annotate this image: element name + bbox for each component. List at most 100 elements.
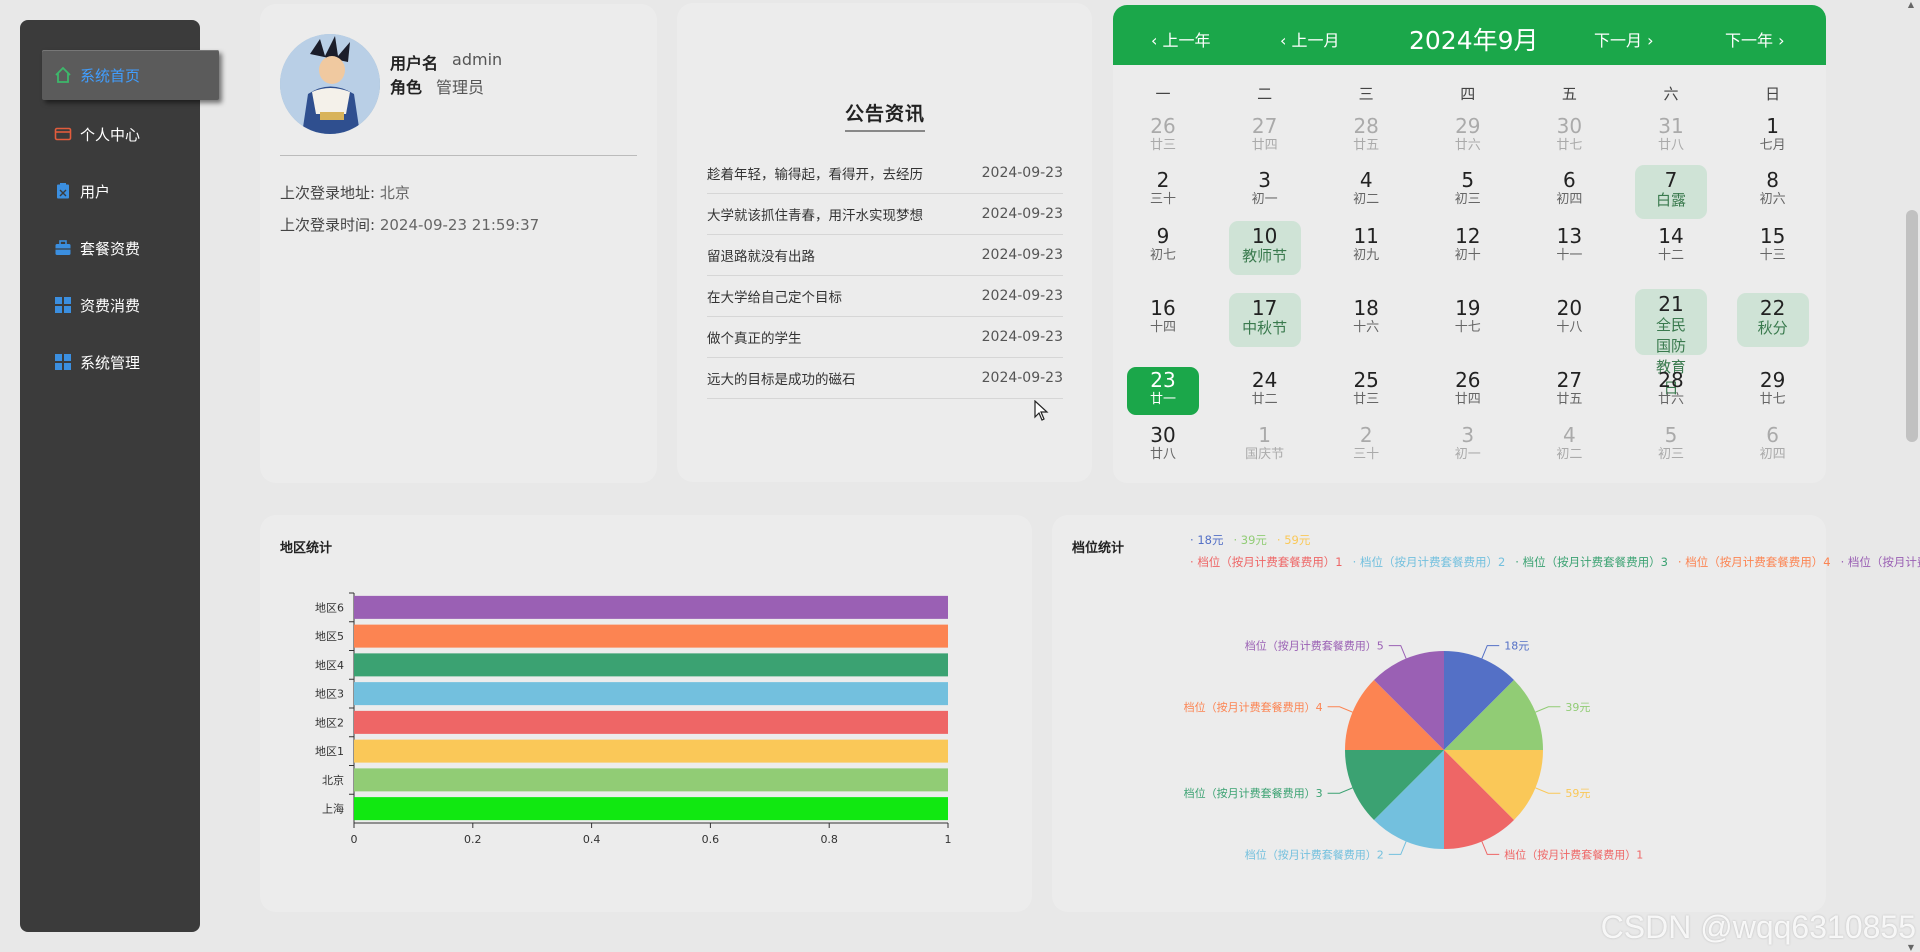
calendar-day[interactable]: 3 初一	[1432, 422, 1504, 470]
calendar-day[interactable]: 27 廿五	[1533, 367, 1605, 415]
y-tick-label: 地区2	[315, 716, 344, 729]
calendar-day[interactable]: 20 十八	[1533, 295, 1605, 343]
prev-month-button[interactable]: ‹ 上一月	[1280, 27, 1340, 51]
calendar-day-lunar: 白露	[1655, 191, 1686, 209]
calendar-day[interactable]: 15 十三	[1737, 223, 1809, 271]
news-item-text: 做个真正的学生	[707, 331, 802, 347]
calendar-day[interactable]: 3 初一	[1229, 167, 1301, 215]
calendar-day[interactable]: 5 初三	[1432, 167, 1504, 215]
calendar-day[interactable]: 29 廿七	[1737, 367, 1809, 415]
calendar: ‹ 上一年 ‹ 上一月 2024年9月 下一月 › 下一年 › 一 二 三 四 五 六 日 2…	[1113, 5, 1826, 483]
calendar-day-number: 27	[1556, 368, 1583, 392]
calendar-day[interactable]: 24 廿二	[1229, 367, 1301, 415]
calendar-day[interactable]: 1 七月	[1737, 113, 1809, 161]
calendar-day[interactable]: 26 廿四	[1432, 367, 1504, 415]
news-item[interactable]: 做个真正的学生 2024-09-23	[707, 317, 1063, 358]
pie-label: 档位（按月计费套餐费用）3	[1184, 786, 1323, 800]
page-scrollbar[interactable]	[1906, 210, 1918, 442]
watermark: CSDN @wqq6310855	[1600, 909, 1916, 945]
calendar-day[interactable]: 8 初六	[1737, 167, 1809, 215]
news-item[interactable]: 留退路就没有出路 2024-09-23	[707, 235, 1063, 276]
pie-label-line	[1481, 841, 1500, 855]
calendar-day-number: 2	[1156, 168, 1170, 192]
calendar-day[interactable]: 4 初二	[1533, 422, 1605, 470]
calendar-day-lunar: 廿五	[1353, 138, 1380, 153]
calendar-day[interactable]: 13 十一	[1533, 223, 1605, 271]
sidebar-item-5[interactable]: 系统管理	[32, 338, 208, 386]
calendar-day[interactable]: 6 初四	[1737, 422, 1809, 470]
calendar-day[interactable]: 2 三十	[1127, 167, 1199, 215]
pie-label: 39元	[1565, 701, 1590, 714]
calendar-day[interactable]: 29 廿六	[1432, 113, 1504, 161]
y-tick-label: 地区1	[315, 745, 344, 758]
calendar-day[interactable]: 26 廿三	[1127, 113, 1199, 161]
calendar-day[interactable]: 16 十四	[1127, 295, 1199, 343]
calendar-day[interactable]: 5 初三	[1635, 422, 1707, 470]
sidebar-item-1[interactable]: 个人中心	[32, 110, 208, 158]
next-year-button[interactable]: 下一年 ›	[1725, 27, 1785, 51]
role-label: 角色	[390, 78, 423, 97]
prev-year-button[interactable]: ‹ 上一年	[1151, 27, 1211, 51]
calendar-day[interactable]: 17 中秋节	[1228, 293, 1301, 347]
calendar-day-lunar: 秋分	[1757, 319, 1788, 337]
y-tick-label: 地区3	[315, 688, 344, 701]
calendar-day[interactable]: 4 初二	[1330, 167, 1402, 215]
calendar-day-number: 19	[1455, 296, 1481, 320]
last-login-time: 上次登录时间: 2024-09-23 21:59:37	[280, 214, 539, 235]
username-label: 用户名	[390, 54, 439, 73]
calendar-day[interactable]: 1 国庆节	[1229, 422, 1301, 470]
calendar-day-number: 24	[1251, 368, 1278, 392]
calendar-day[interactable]: 6 初四	[1533, 167, 1605, 215]
sidebar-item-3[interactable]: 套餐资费	[32, 224, 208, 272]
calendar-day[interactable]: 9 初七	[1127, 223, 1199, 271]
calendar-day[interactable]: 19 十七	[1432, 295, 1504, 343]
pie-label-line	[1535, 787, 1561, 794]
news-item-date: 2024-09-23	[981, 329, 1063, 345]
calendar-day[interactable]: 27 廿四	[1229, 113, 1301, 161]
calendar-day-lunar: 廿六	[1454, 138, 1481, 153]
pie-label: 档位（按月计费套餐费用）1	[1504, 847, 1643, 861]
username-row: 用户名 admin	[390, 50, 502, 74]
legend-item[interactable]: · 档位（按月计费套餐费用）5	[1841, 555, 1920, 569]
calendar-day[interactable]: 12 初十	[1432, 223, 1504, 271]
avatar[interactable]	[280, 34, 380, 134]
calendar-day[interactable]: 14 十二	[1635, 223, 1707, 271]
mouse-cursor-icon	[1034, 400, 1049, 421]
pie-label-line	[1388, 841, 1407, 855]
calendar-day[interactable]: 30 廿七	[1533, 113, 1605, 161]
role-value: 管理员	[436, 78, 485, 97]
news-item[interactable]: 大学就该抓住青春，用汗水实现梦想 2024-09-23	[707, 194, 1063, 235]
calendar-day-number: 15	[1759, 224, 1786, 248]
pie-label: 18元	[1504, 640, 1529, 653]
scroll-up-arrow-icon[interactable]: ▲	[1908, 0, 1914, 9]
calendar-day[interactable]: 7 白露	[1635, 165, 1707, 219]
calendar-day[interactable]: 21 全民国防教育日	[1635, 289, 1707, 397]
y-tick-label: 北京	[322, 773, 344, 787]
news-item[interactable]: 远大的目标是成功的磁石 2024-09-23	[707, 358, 1063, 399]
calendar-day[interactable]: 28 廿六	[1635, 367, 1707, 415]
next-month-button[interactable]: 下一月 ›	[1594, 27, 1654, 51]
y-tick-label: 上海	[322, 802, 344, 816]
news-item[interactable]: 趁着年轻，输得起，看得开，去经历 2024-09-23	[707, 153, 1063, 194]
calendar-day-lunar: 十二	[1657, 248, 1684, 263]
calendar-day[interactable]: 22 秋分	[1736, 293, 1809, 347]
calendar-day[interactable]: 31 廿八	[1635, 113, 1707, 161]
sidebar-item-2[interactable]: 用户	[32, 167, 208, 215]
calendar-day[interactable]: 18 十六	[1330, 295, 1402, 343]
calendar-day[interactable]: 28 廿五	[1330, 113, 1402, 161]
calendar-day[interactable]: 30 廿八	[1127, 422, 1199, 470]
x-tick-label: 0.4	[583, 833, 601, 846]
calendar-day[interactable]: 10 教师节	[1228, 221, 1301, 275]
calendar-day-lunar: 七月	[1759, 138, 1786, 153]
calendar-day[interactable]: 11 初九	[1330, 223, 1402, 271]
sidebar-item-4[interactable]: 资费消费	[32, 281, 208, 329]
last-login-address-label: 上次登录地址:	[280, 184, 376, 202]
bar	[354, 797, 948, 821]
sidebar-item-0[interactable]: 系统首页	[42, 50, 219, 100]
calendar-day[interactable]: 2 三十	[1330, 422, 1402, 470]
calendar-day[interactable]: 23 廿一	[1127, 367, 1199, 415]
pie-label-line	[1388, 645, 1407, 659]
calendar-day[interactable]: 25 廿三	[1330, 367, 1402, 415]
news-item-text: 留退路就没有出路	[707, 249, 815, 265]
news-item[interactable]: 在大学给自己定个目标 2024-09-23	[707, 276, 1063, 317]
